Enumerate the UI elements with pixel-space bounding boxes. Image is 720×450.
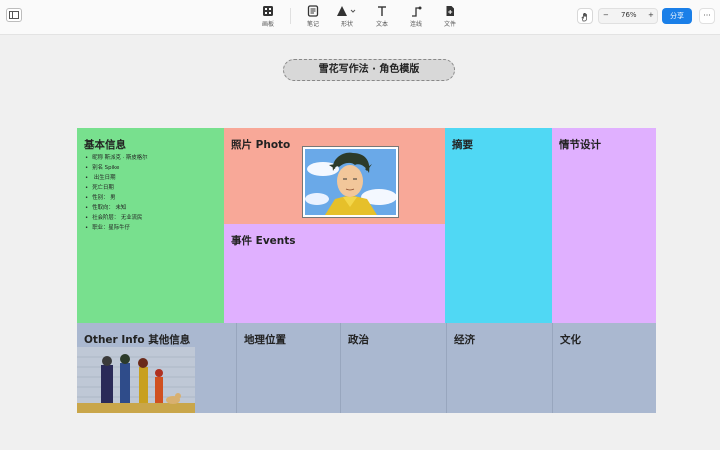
summary-heading: 摘要	[452, 139, 473, 151]
basic-info-section[interactable]: 基本信息 昵称 斯派克 · 斯皮格尔 别名 Spike 出生日期 死亡日期 性别…	[77, 128, 224, 323]
hand-tool-button[interactable]	[577, 8, 593, 24]
cast-lineup-illustration	[77, 347, 195, 413]
list-item: 别名 Spike	[85, 163, 148, 173]
tool-text[interactable]: 文本	[365, 5, 399, 28]
photo-section[interactable]: 照片 Photo	[224, 128, 445, 224]
tool-board-label: 画板	[261, 21, 274, 28]
culture-heading: 文化	[560, 334, 581, 346]
geography-section[interactable]: 地理位置	[236, 323, 340, 413]
file-icon	[433, 5, 467, 18]
zoom-level: 76%	[621, 11, 637, 19]
connector-icon	[399, 5, 433, 18]
tool-file[interactable]: 文件	[433, 5, 467, 28]
grid-icon	[251, 5, 285, 18]
politics-section[interactable]: 政治	[340, 323, 446, 413]
politics-heading: 政治	[348, 334, 369, 346]
list-item: 性别： 男	[85, 193, 148, 203]
spike-portrait-image	[305, 149, 396, 215]
list-item: 出生日期	[85, 173, 148, 183]
toolbar-divider	[290, 8, 291, 24]
other-info-heading: Other Info 其他信息	[84, 334, 191, 346]
summary-section[interactable]: 摘要	[445, 128, 552, 323]
events-heading: 事件 Events	[231, 235, 296, 247]
sidebar-toggle-icon[interactable]	[6, 8, 22, 22]
list-item: 死亡日期	[85, 183, 148, 193]
top-toolbar: 画板 笔记 形状 文本 连线 文件 − 76% + 分享 ···	[0, 0, 720, 35]
share-button[interactable]: 分享	[662, 8, 692, 24]
photo-heading: 照片 Photo	[231, 139, 291, 151]
tool-text-label: 文本	[375, 21, 388, 28]
list-item: 性取向： 未知	[85, 203, 148, 213]
list-item: 昵称 斯派克 · 斯皮格尔	[85, 153, 147, 163]
tool-file-label: 文件	[443, 21, 456, 28]
economy-section[interactable]: 经济	[446, 323, 552, 413]
economy-heading: 经济	[454, 334, 475, 346]
tool-connector-label: 连线	[409, 21, 422, 28]
zoom-out-button[interactable]: −	[603, 11, 609, 19]
tool-shape[interactable]: 形状	[330, 5, 364, 28]
more-menu-button[interactable]: ···	[699, 8, 715, 24]
tool-note-label: 笔记	[306, 21, 319, 28]
tool-shape-label: 形状	[340, 21, 353, 28]
note-icon	[296, 5, 330, 18]
plot-design-heading: 情节设计	[559, 139, 601, 151]
basic-info-list: 昵称 斯派克 · 斯皮格尔 别名 Spike 出生日期 死亡日期 性别： 男 性…	[85, 153, 148, 233]
tool-note[interactable]: 笔记	[296, 5, 330, 28]
text-icon	[365, 5, 399, 18]
template-title[interactable]: 雪花写作法 · 角色模版	[283, 59, 455, 81]
list-item: 职业：星际牛仔	[85, 223, 148, 233]
character-photo[interactable]	[302, 146, 399, 218]
other-info-section[interactable]: Other Info 其他信息	[77, 323, 236, 413]
shape-icon	[330, 5, 364, 18]
tool-board[interactable]: 画板	[251, 5, 285, 28]
tool-connector[interactable]: 连线	[399, 5, 433, 28]
plot-design-section[interactable]: 情节设计	[552, 128, 656, 323]
zoom-in-button[interactable]: +	[648, 11, 654, 19]
cast-lineup-image[interactable]	[77, 347, 195, 413]
hand-icon	[580, 7, 590, 26]
events-section[interactable]: 事件 Events	[224, 224, 445, 323]
geography-heading: 地理位置	[244, 334, 286, 346]
zoom-control: − 76% +	[598, 8, 658, 24]
basic-info-heading: 基本信息	[84, 139, 126, 151]
list-item: 社会阶层： 无业流民	[85, 213, 148, 223]
character-template-board: 基本信息 昵称 斯派克 · 斯皮格尔 别名 Spike 出生日期 死亡日期 性别…	[77, 128, 656, 413]
culture-section[interactable]: 文化	[552, 323, 656, 413]
